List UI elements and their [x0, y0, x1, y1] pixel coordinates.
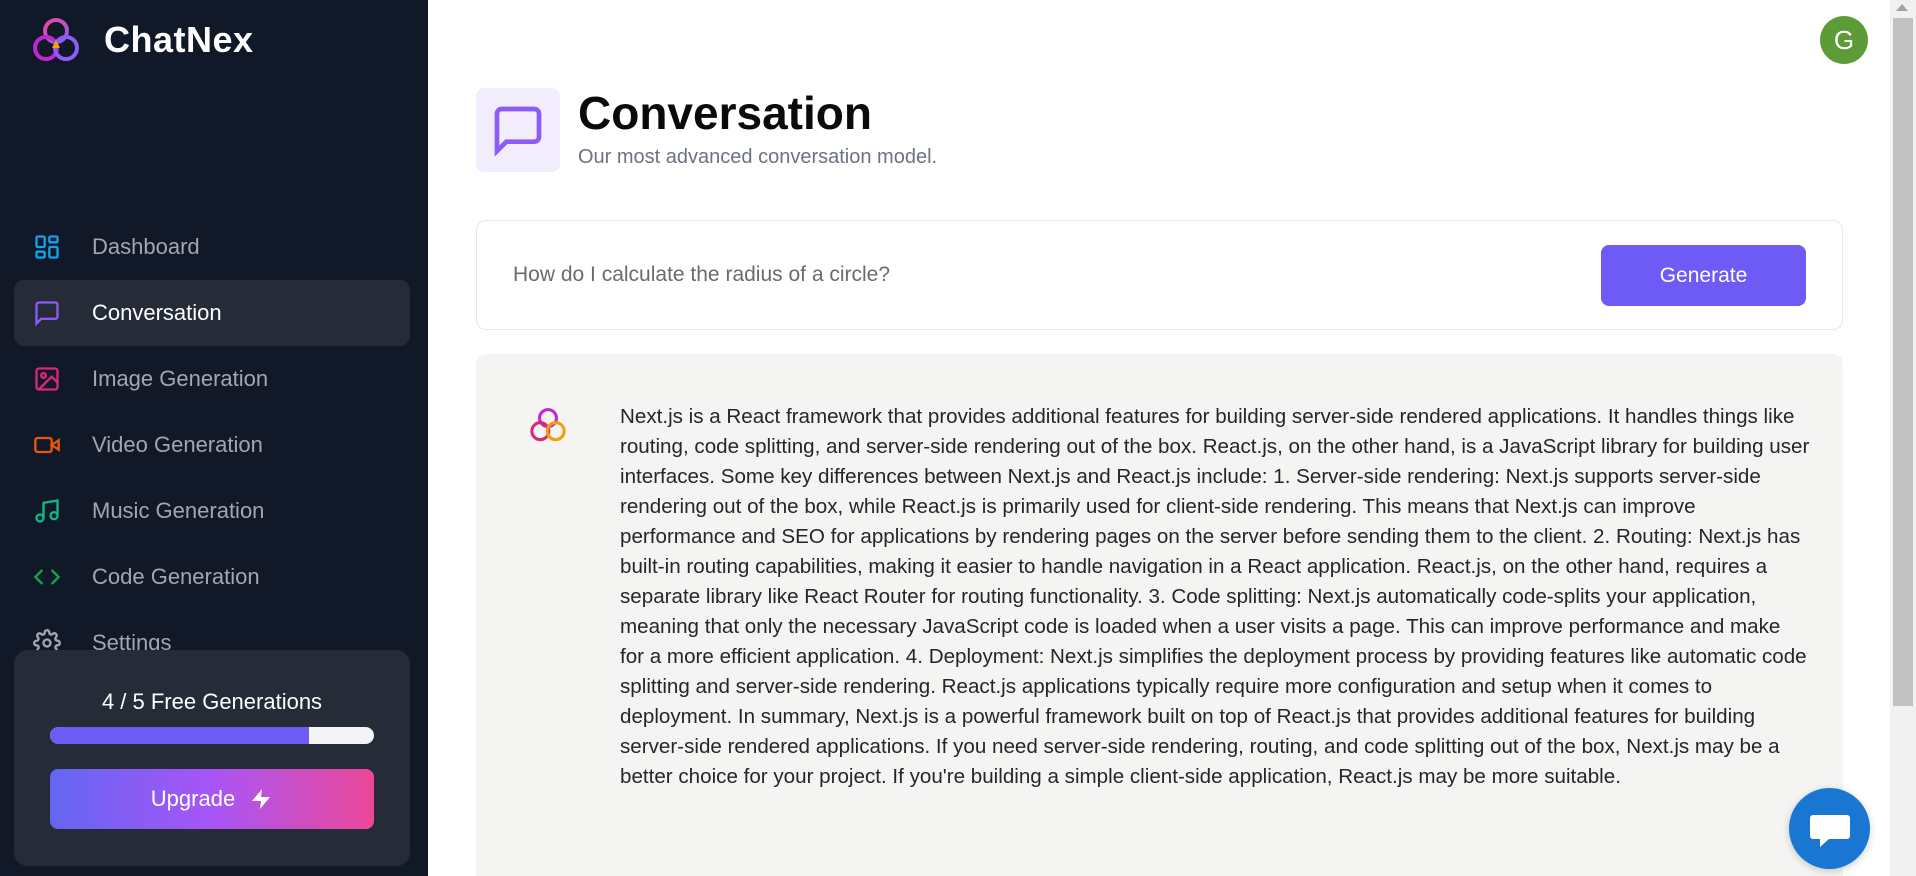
answer-text: Next.js is a React framework that provid…: [620, 405, 1810, 788]
generate-button[interactable]: Generate: [1601, 245, 1806, 306]
conversation-heading-icon-box: [476, 88, 560, 172]
sidebar-item-music-generation[interactable]: Music Generation: [14, 478, 410, 544]
answer-message: Next.js is a React framework that provid…: [476, 354, 1843, 876]
sidebar-item-label: Video Generation: [92, 432, 263, 457]
message-square-icon: [494, 106, 542, 157]
music-icon: [32, 496, 62, 526]
generations-progress-bar: [50, 727, 374, 744]
chatnex-logo-icon: [33, 18, 79, 61]
video-icon: [32, 430, 62, 460]
sidebar-item-dashboard[interactable]: Dashboard: [14, 214, 410, 280]
sidebar-item-image-generation[interactable]: Image Generation: [14, 346, 410, 412]
brand[interactable]: ChatNex: [30, 16, 254, 64]
page-subtitle: Our most advanced conversation model.: [578, 146, 938, 168]
page-title: Conversation: [578, 87, 872, 139]
free-generations-card: 4 / 5 Free Generations Upgrade: [14, 650, 410, 866]
layout-dashboard-icon: [32, 232, 62, 262]
sidebar-item-label: Image Generation: [92, 366, 269, 391]
sidebar: ChatNex Dashboard Conversation Image Gen…: [0, 0, 428, 876]
support-chat-button[interactable]: [1789, 788, 1870, 869]
sidebar-item-label: Conversation: [92, 300, 222, 325]
page-scrollbar-thumb[interactable]: [1893, 18, 1913, 706]
chatnex-bot-avatar-icon: [530, 408, 566, 442]
brand-name: ChatNex: [104, 19, 254, 60]
free-generations-counter: 4 / 5 Free Generations: [101, 689, 323, 714]
prompt-input[interactable]: [513, 251, 1553, 299]
message-square-icon: [32, 298, 62, 328]
sidebar-item-label: Code Generation: [92, 564, 260, 589]
user-avatar[interactable]: G: [1820, 16, 1868, 64]
sidebar-item-conversation[interactable]: Conversation: [14, 280, 410, 346]
sidebar-item-label: Dashboard: [92, 234, 200, 259]
prompt-form: Generate: [476, 220, 1843, 330]
sidebar-nav: Dashboard Conversation Image Generation …: [14, 214, 410, 676]
scroll-up-arrow-icon[interactable]: [1896, 4, 1908, 11]
progress-fill: [50, 727, 310, 744]
sidebar-item-code-generation[interactable]: Code Generation: [14, 544, 410, 610]
zap-icon: [252, 789, 271, 809]
sidebar-item-label: Music Generation: [92, 498, 265, 523]
upgrade-button[interactable]: Upgrade: [50, 769, 374, 829]
code-icon: [32, 562, 62, 592]
sidebar-item-video-generation[interactable]: Video Generation: [14, 412, 410, 478]
upgrade-button-label: Upgrade: [150, 786, 236, 811]
chat-bubble-icon: [1809, 814, 1850, 847]
image-icon: [32, 364, 62, 394]
